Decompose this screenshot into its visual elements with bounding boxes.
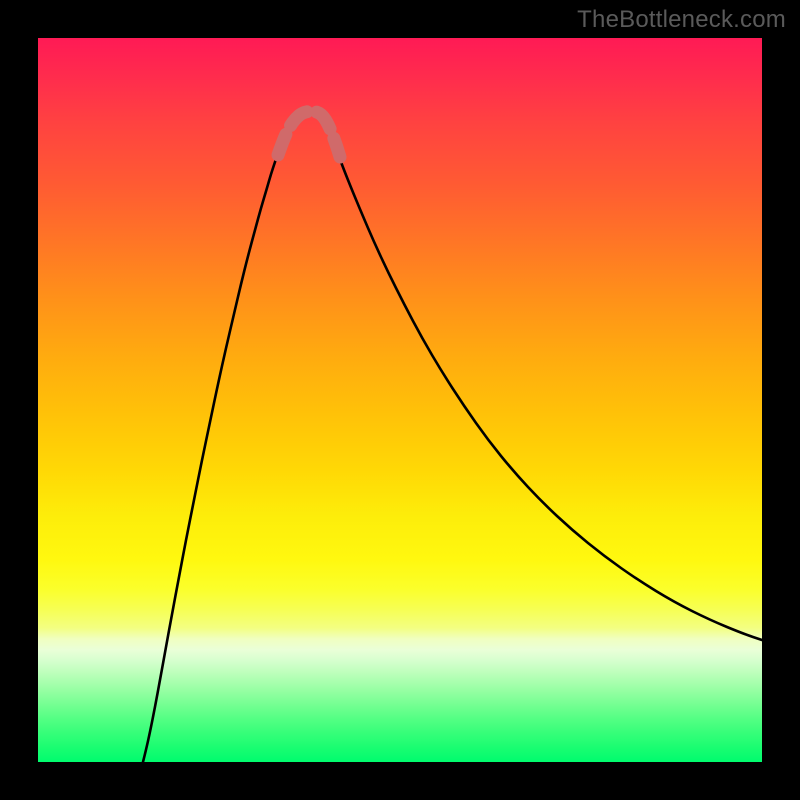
main-curve-right bbox=[334, 143, 762, 640]
highlight-segment bbox=[278, 111, 340, 157]
plot-area bbox=[38, 38, 762, 762]
main-curve-left bbox=[143, 142, 282, 762]
curve-layer bbox=[38, 38, 762, 762]
chart-frame: TheBottleneck.com bbox=[0, 0, 800, 800]
watermark-text: TheBottleneck.com bbox=[577, 6, 786, 34]
